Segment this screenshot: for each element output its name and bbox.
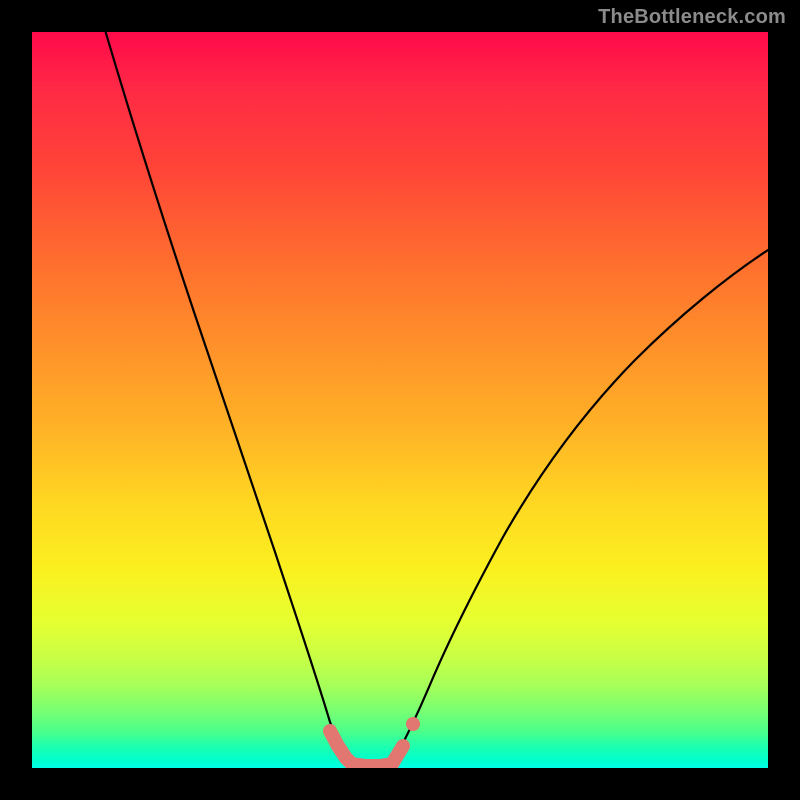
right-curve <box>392 250 768 764</box>
chart-frame: TheBottleneck.com <box>0 0 800 800</box>
left-curve <box>106 32 352 764</box>
curves-svg <box>32 32 768 768</box>
plot-area <box>32 32 768 768</box>
right-dot-marker <box>406 717 420 731</box>
watermark-text: TheBottleneck.com <box>598 6 786 29</box>
right-start-marker <box>392 746 403 764</box>
